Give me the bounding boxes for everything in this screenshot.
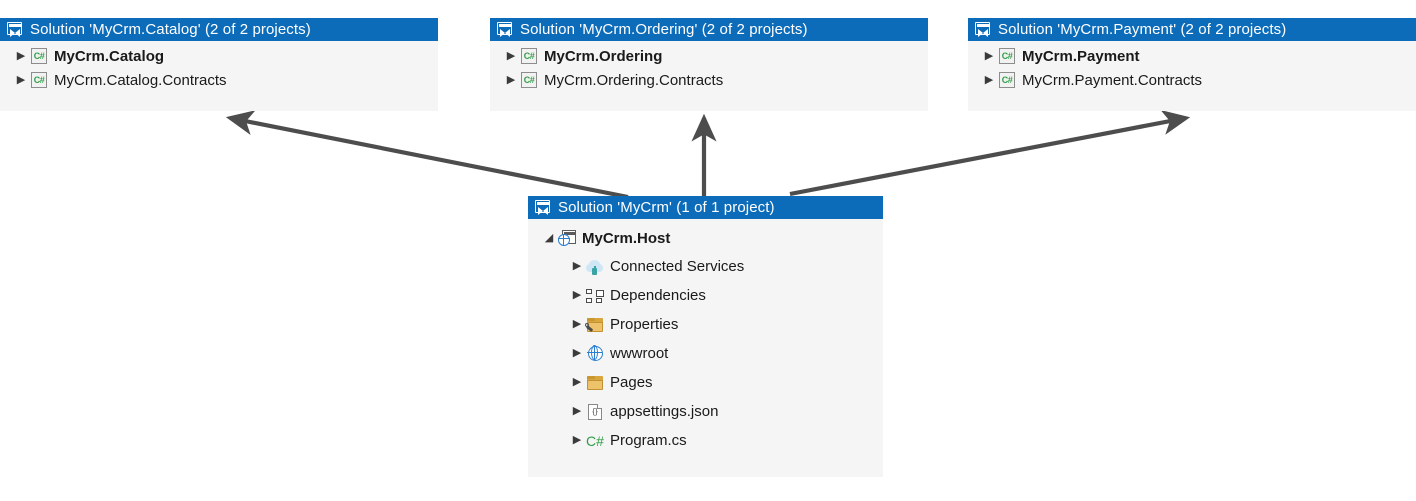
solution-title: Solution 'MyCrm.Catalog' (2 of 2 project… <box>30 21 311 38</box>
chevron-down-icon[interactable]: ◢ <box>540 232 558 244</box>
solution-icon <box>535 200 552 215</box>
csharp-file-icon: C# <box>586 432 604 449</box>
chevron-right-icon[interactable]: ▶ <box>980 50 998 62</box>
csharp-project-icon: C# <box>998 71 1016 89</box>
solution-icon <box>497 22 514 37</box>
arrow-host-to-catalog <box>225 110 629 200</box>
tree-item-dependencies[interactable]: ▶ Dependencies <box>528 281 883 310</box>
csharp-project-icon: C# <box>998 47 1016 65</box>
tree-item-wwwroot[interactable]: ▶ wwwroot <box>528 339 883 368</box>
tree-item-appsettings-json[interactable]: ▶ {} appsettings.json <box>528 397 883 426</box>
dependencies-icon <box>586 287 604 305</box>
solution-header-payment[interactable]: Solution 'MyCrm.Payment' (2 of 2 project… <box>968 18 1416 41</box>
arrow-host-to-payment <box>789 110 1191 197</box>
connected-services-icon <box>586 258 604 276</box>
chevron-right-icon[interactable]: ▶ <box>568 261 586 272</box>
chevron-right-icon[interactable]: ▶ <box>568 406 586 417</box>
solution-title: Solution 'MyCrm.Ordering' (2 of 2 projec… <box>520 21 808 38</box>
solution-tree-ordering: ▶ C# MyCrm.Ordering ▶ C# MyCrm.Ordering.… <box>490 41 928 96</box>
tree-item-label: Program.cs <box>610 432 687 449</box>
web-project-icon <box>557 229 576 247</box>
csharp-project-icon: C# <box>520 71 538 89</box>
tree-item-label: Connected Services <box>610 258 745 275</box>
csharp-project-icon: C# <box>30 47 48 65</box>
chevron-right-icon[interactable]: ▶ <box>980 74 998 86</box>
tree-item-mycrm-catalog-contracts[interactable]: ▶ C# MyCrm.Catalog.Contracts <box>0 68 438 92</box>
solution-title: Solution 'MyCrm' (1 of 1 project) <box>558 199 775 216</box>
chevron-right-icon[interactable]: ▶ <box>568 348 586 359</box>
tree-item-pages[interactable]: ▶ Pages <box>528 368 883 397</box>
tree-item-label: MyCrm.Ordering.Contracts <box>544 71 724 89</box>
solution-header-host[interactable]: Solution 'MyCrm' (1 of 1 project) <box>528 196 883 219</box>
tree-item-mycrm-catalog[interactable]: ▶ C# MyCrm.Catalog <box>0 44 438 68</box>
solution-tree-payment: ▶ C# MyCrm.Payment ▶ C# MyCrm.Payment.Co… <box>968 41 1416 96</box>
solution-panel-catalog: Solution 'MyCrm.Catalog' (2 of 2 project… <box>0 18 438 111</box>
tree-item-program-cs[interactable]: ▶ C# Program.cs <box>528 426 883 455</box>
solution-panel-host: Solution 'MyCrm' (1 of 1 project) ◢ MyCr… <box>528 196 883 477</box>
tree-item-connected-services[interactable]: ▶ Connected Services <box>528 252 883 281</box>
properties-folder-icon <box>584 316 604 334</box>
tree-item-label: Pages <box>610 374 653 391</box>
solution-header-catalog[interactable]: Solution 'MyCrm.Catalog' (2 of 2 project… <box>0 18 438 41</box>
chevron-right-icon[interactable]: ▶ <box>568 319 586 330</box>
solution-icon <box>7 22 24 37</box>
tree-item-mycrm-host[interactable]: ◢ MyCrm.Host <box>528 224 883 252</box>
chevron-right-icon[interactable]: ▶ <box>12 74 30 86</box>
tree-item-label: appsettings.json <box>610 403 719 420</box>
tree-item-label: Properties <box>610 316 679 333</box>
csharp-project-icon: C# <box>520 47 538 65</box>
tree-item-label: MyCrm.Payment <box>1022 47 1140 65</box>
tree-item-label: MyCrm.Ordering <box>544 47 663 65</box>
tree-item-label: MyCrm.Host <box>582 229 671 247</box>
tree-item-mycrm-ordering[interactable]: ▶ C# MyCrm.Ordering <box>490 44 928 68</box>
wwwroot-globe-icon <box>586 345 604 363</box>
chevron-right-icon[interactable]: ▶ <box>12 50 30 62</box>
tree-item-label: MyCrm.Catalog <box>54 47 165 65</box>
tree-item-label: wwwroot <box>610 345 669 362</box>
tree-item-mycrm-payment[interactable]: ▶ C# MyCrm.Payment <box>968 44 1416 68</box>
tree-item-properties[interactable]: ▶ Properties <box>528 310 883 339</box>
solution-tree-catalog: ▶ C# MyCrm.Catalog ▶ C# MyCrm.Catalog.Co… <box>0 41 438 96</box>
chevron-right-icon[interactable]: ▶ <box>502 74 520 86</box>
tree-item-mycrm-ordering-contracts[interactable]: ▶ C# MyCrm.Ordering.Contracts <box>490 68 928 92</box>
tree-item-label: Dependencies <box>610 287 706 304</box>
solution-header-ordering[interactable]: Solution 'MyCrm.Ordering' (2 of 2 projec… <box>490 18 928 41</box>
chevron-right-icon[interactable]: ▶ <box>568 290 586 301</box>
chevron-right-icon[interactable]: ▶ <box>568 377 586 388</box>
solution-icon <box>975 22 992 37</box>
folder-icon <box>586 374 604 392</box>
tree-item-label: MyCrm.Payment.Contracts <box>1022 71 1203 89</box>
tree-item-label: MyCrm.Catalog.Contracts <box>54 71 227 89</box>
solution-title: Solution 'MyCrm.Payment' (2 of 2 project… <box>998 21 1287 38</box>
solution-tree-host: ◢ MyCrm.Host ▶ Connected Services ▶ Depe… <box>528 219 883 459</box>
chevron-right-icon[interactable]: ▶ <box>568 435 586 446</box>
solution-panel-payment: Solution 'MyCrm.Payment' (2 of 2 project… <box>968 18 1416 111</box>
json-file-icon: {} <box>586 403 604 421</box>
chevron-right-icon[interactable]: ▶ <box>502 50 520 62</box>
csharp-project-icon: C# <box>30 71 48 89</box>
solution-panel-ordering: Solution 'MyCrm.Ordering' (2 of 2 projec… <box>490 18 928 111</box>
tree-item-mycrm-payment-contracts[interactable]: ▶ C# MyCrm.Payment.Contracts <box>968 68 1416 92</box>
